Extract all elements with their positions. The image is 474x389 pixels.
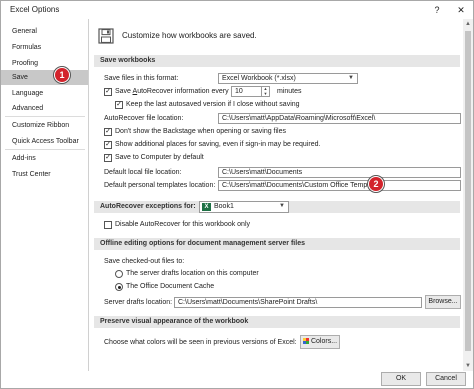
- title-bar: Excel Options ? ✕: [1, 1, 473, 19]
- default-local-location-input[interactable]: C:\Users\matt\Documents: [218, 167, 461, 178]
- server-drafts-label: The server drafts location on this compu…: [126, 270, 259, 277]
- sidebar-divider: [5, 116, 85, 117]
- disable-autorecover-label: Disable AutoRecover for this workbook on…: [115, 221, 251, 228]
- sidebar-item-formulas[interactable]: Formulas: [1, 40, 88, 55]
- save-to-computer-checkbox[interactable]: ✓: [104, 154, 112, 162]
- page-header: Customize how workbooks are saved.: [122, 31, 257, 40]
- sidebar: General Formulas Proofing Save Language …: [1, 19, 89, 371]
- browse-button[interactable]: Browse...: [425, 295, 461, 309]
- server-drafts-location-label: Server drafts location:: [104, 299, 173, 306]
- sidebar-divider: [5, 149, 85, 150]
- sidebar-item-save[interactable]: Save: [1, 70, 88, 85]
- autorecover-location-input[interactable]: C:\Users\matt\AppData\Roaming\Microsoft\…: [218, 113, 461, 124]
- autorecover-minutes-value: 10: [235, 88, 243, 95]
- save-format-select[interactable]: Excel Workbook (*.xlsx) ▼: [218, 73, 358, 84]
- autorecover-label: Save AutoRecover information every: [115, 88, 229, 95]
- sidebar-item-advanced[interactable]: Advanced: [1, 101, 88, 116]
- autorecover-minutes-spinner[interactable]: 10 ▲ ▼: [231, 86, 270, 97]
- window-title: Excel Options: [10, 5, 60, 14]
- section-offline-editing: Offline editing options for document man…: [94, 238, 460, 250]
- autorecover-checkbox[interactable]: ✓: [104, 88, 112, 96]
- callout-badge-1: 1: [54, 67, 70, 83]
- close-button[interactable]: ✕: [453, 3, 469, 17]
- help-button[interactable]: ?: [429, 3, 445, 17]
- office-cache-label: The Office Document Cache: [126, 283, 215, 290]
- choose-colors-label: Choose what colors will be seen in previ…: [104, 339, 297, 346]
- save-checked-out-label: Save checked-out files to:: [104, 258, 185, 265]
- show-additional-places-label: Show additional places for saving, even …: [115, 141, 321, 148]
- section-save-workbooks: Save workbooks: [94, 55, 460, 67]
- dialog-footer: OK Cancel: [1, 371, 473, 389]
- colors-button-label: Colors...: [310, 338, 338, 345]
- scroll-down-arrow-icon[interactable]: ▼: [463, 361, 473, 371]
- sidebar-item-add-ins[interactable]: Add-ins: [1, 151, 88, 166]
- server-drafts-location-input[interactable]: C:\Users\matt\Documents\SharePoint Draft…: [174, 297, 422, 308]
- chevron-down-icon: ▼: [348, 75, 354, 81]
- server-drafts-radio[interactable]: [115, 270, 123, 278]
- templates-location-label: Default personal templates location:: [104, 182, 216, 189]
- callout-badge-2: 2: [368, 176, 384, 192]
- dont-show-backstage-label: Don't show the Backstage when opening or…: [115, 128, 286, 135]
- excel-workbook-icon: X: [202, 203, 211, 211]
- section-preserve-appearance: Preserve visual appearance of the workbo…: [94, 316, 460, 328]
- scroll-up-arrow-icon[interactable]: ▲: [463, 19, 473, 29]
- workbook-select-value: Book1: [214, 203, 234, 210]
- save-format-label: Save files in this format:: [104, 75, 179, 82]
- colors-button[interactable]: Colors...: [300, 335, 340, 349]
- cancel-button[interactable]: Cancel: [426, 372, 466, 386]
- sidebar-item-proofing[interactable]: Proofing: [1, 56, 88, 71]
- excel-options-dialog: Excel Options ? ✕ General Formulas Proof…: [0, 0, 474, 389]
- sidebar-item-customize-ribbon[interactable]: Customize Ribbon: [1, 118, 88, 133]
- save-format-value: Excel Workbook (*.xlsx): [222, 75, 296, 82]
- autorecover-exceptions-title: AutoRecover exceptions for:: [100, 203, 196, 210]
- scrollbar-thumb[interactable]: [465, 31, 471, 351]
- spinner-arrows-icon[interactable]: ▲ ▼: [261, 87, 269, 96]
- minutes-label: minutes: [277, 88, 302, 95]
- vertical-scrollbar[interactable]: ▲ ▼: [463, 19, 473, 371]
- save-options-panel: Customize how workbooks are saved. Save …: [90, 19, 461, 371]
- keep-last-version-label: Keep the last autosaved version if I clo…: [126, 101, 300, 108]
- sidebar-item-general[interactable]: General: [1, 24, 88, 39]
- autorecover-location-label: AutoRecover file location:: [104, 115, 184, 122]
- save-to-computer-label: Save to Computer by default: [115, 154, 204, 161]
- dont-show-backstage-checkbox[interactable]: ✓: [104, 128, 112, 136]
- show-additional-places-checkbox[interactable]: ✓: [104, 141, 112, 149]
- disable-autorecover-checkbox[interactable]: [104, 221, 112, 229]
- save-disk-icon: [98, 28, 114, 44]
- ok-button[interactable]: OK: [381, 372, 421, 386]
- color-palette-icon: [302, 338, 309, 344]
- chevron-down-icon: ▼: [279, 203, 285, 209]
- workbook-select[interactable]: X Book1 ▼: [199, 201, 289, 213]
- office-cache-radio[interactable]: [115, 283, 123, 291]
- sidebar-item-quick-access-toolbar[interactable]: Quick Access Toolbar: [1, 134, 88, 149]
- sidebar-item-trust-center[interactable]: Trust Center: [1, 167, 88, 182]
- default-local-location-label: Default local file location:: [104, 169, 182, 176]
- templates-location-input[interactable]: C:\Users\matt\Documents\Custom Office Te…: [218, 180, 461, 191]
- sidebar-item-language[interactable]: Language: [1, 86, 88, 101]
- keep-last-version-checkbox[interactable]: ✓: [115, 101, 123, 109]
